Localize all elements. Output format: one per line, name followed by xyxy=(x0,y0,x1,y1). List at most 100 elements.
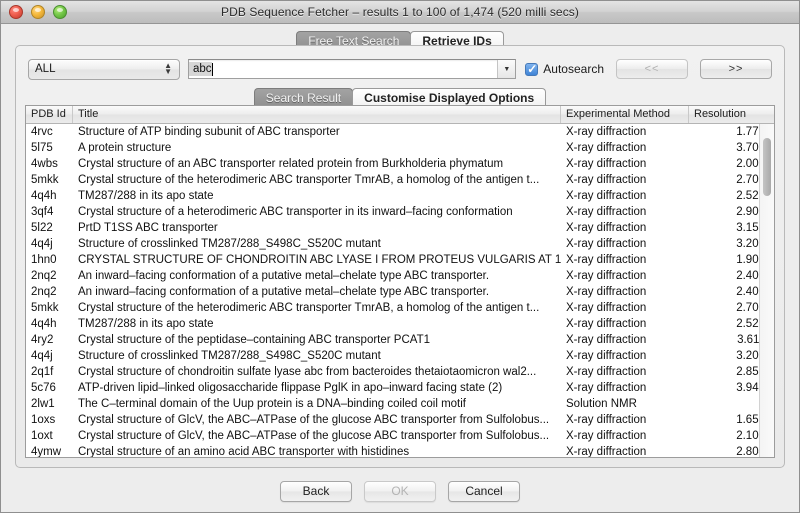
maximize-icon[interactable] xyxy=(53,5,67,19)
table-row[interactable]: 4q4h TM287/288 in its apo state X-ray diff… xyxy=(26,316,774,332)
table-row[interactable]: 1hn0 CRYSTAL STRUCTURE OF CHONDROITIN ABC… xyxy=(26,252,774,268)
table-cell: X-ray diffraction xyxy=(566,318,647,330)
table-cell: X-ray diffraction xyxy=(566,334,647,346)
dialog-footer: Back OK Cancel xyxy=(1,480,799,502)
table-row[interactable]: 3qf4 Crystal structure of a heterodimeric… xyxy=(26,204,774,220)
table-cell: TM287/288 in its apo state xyxy=(78,318,214,330)
scrollbar-thumb[interactable] xyxy=(763,138,771,196)
window-content: Free Text Search Retrieve IDs ALL ▲ ▼ abc… xyxy=(1,24,799,512)
table-cell: X-ray diffraction xyxy=(566,270,647,282)
chevron-down-icon[interactable]: ▼ xyxy=(497,60,516,78)
table-cell: 4ymw xyxy=(31,446,62,457)
table-cell: X-ray diffraction xyxy=(566,286,647,298)
table-cell: CRYSTAL STRUCTURE OF CHONDROITIN ABC LYA… xyxy=(78,254,561,266)
table-cell: X-ray diffraction xyxy=(566,382,647,394)
search-panel: ALL ▲▼ abc ▼ Autosearch << >> xyxy=(15,45,785,468)
table-header-row: PDB Id Title Experimental Method Resolut… xyxy=(26,106,774,124)
table-cell: 4q4j xyxy=(31,238,53,250)
column-header-pdb-id[interactable]: PDB Id xyxy=(26,106,73,123)
table-cell: 5l22 xyxy=(31,222,53,234)
table-cell: X-ray diffraction xyxy=(566,126,647,138)
ok-button[interactable]: OK xyxy=(364,480,436,502)
table-cell: Structure of crosslinked TM287/288_S498C… xyxy=(78,350,381,362)
table-cell: X-ray diffraction xyxy=(566,414,647,426)
window-titlebar: PDB Sequence Fetcher – results 1 to 100 … xyxy=(1,1,799,24)
autosearch-checkbox[interactable]: Autosearch xyxy=(525,62,604,76)
table-cell: 2nq2 xyxy=(31,270,57,282)
search-input[interactable]: abc ▼ xyxy=(188,59,517,79)
column-header-resolution[interactable]: Resolution xyxy=(689,106,774,123)
table-row[interactable]: 5mkk Crystal structure of the heterodimer… xyxy=(26,172,774,188)
table-cell: Crystal structure of chondroitin sulfate… xyxy=(78,366,537,378)
table-cell: 1oxt xyxy=(31,430,53,442)
chevron-updown-icon: ▲ ▼ xyxy=(164,61,172,76)
table-row[interactable]: 4q4j Structure of crosslinked TM287/288_S… xyxy=(26,348,774,364)
window-controls xyxy=(9,1,67,23)
table-row[interactable]: 5c76 ATP-driven lipid–linked oligosacchar… xyxy=(26,380,774,396)
table-cell: Crystal structure of an amino acid ABC t… xyxy=(78,446,410,457)
column-header-experimental-method[interactable]: Experimental Method xyxy=(561,106,689,123)
table-row[interactable]: 4q4j Structure of crosslinked TM287/288_S… xyxy=(26,236,774,252)
table-row[interactable]: 4wbs Crystal structure of an ABC transpor… xyxy=(26,156,774,172)
table-cell: X-ray diffraction xyxy=(566,302,647,314)
table-cell: A protein structure xyxy=(78,142,172,154)
table-row[interactable]: 5mkk Crystal structure of the heterodimer… xyxy=(26,300,774,316)
search-category-dropdown[interactable]: ALL ▲ ▼ xyxy=(28,58,180,80)
close-icon[interactable] xyxy=(9,5,23,19)
cancel-button[interactable]: Cancel xyxy=(448,480,520,502)
table-row[interactable]: 5l22 PrtD T1SS ABC transporter X-ray diffr… xyxy=(26,220,774,236)
inner-tabbar: Search Result Customise Displayed Option… xyxy=(16,87,784,107)
table-cell: 2lw1 xyxy=(31,398,55,410)
table-row[interactable]: 4rvc Structure of ATP binding subunit of … xyxy=(26,124,774,140)
table-vertical-scrollbar[interactable] xyxy=(759,124,774,457)
table-cell: 4ry2 xyxy=(31,334,54,346)
checkbox-icon[interactable] xyxy=(525,62,539,76)
table-row[interactable]: 2nq2 An inward–facing conformation of a p… xyxy=(26,284,774,300)
column-header-title[interactable]: Title xyxy=(73,106,561,123)
table-cell: Crystal structure of GlcV, the ABC–ATPas… xyxy=(78,414,550,426)
window-title: PDB Sequence Fetcher – results 1 to 100 … xyxy=(220,5,579,19)
table-cell: Crystal structure of a heterodimeric ABC… xyxy=(78,206,513,218)
table-cell: 5l75 xyxy=(31,142,53,154)
back-button[interactable]: Back xyxy=(280,480,352,502)
table-cell: 5mkk xyxy=(31,302,59,314)
previous-page-button[interactable]: << xyxy=(616,59,688,79)
table-cell: X-ray diffraction xyxy=(566,350,647,362)
table-cell: 1hn0 xyxy=(31,254,57,266)
table-cell: 4q4h xyxy=(31,190,57,202)
table-row[interactable]: 5l75 A protein structure X-ray diffraction… xyxy=(26,140,774,156)
table-row[interactable]: 2nq2 An inward–facing conformation of a p… xyxy=(26,268,774,284)
table-cell: X-ray diffraction xyxy=(566,446,647,457)
table-cell: Crystal structure of GlcV, the ABC–ATPas… xyxy=(78,430,550,442)
table-cell: An inward–facing conformation of a putat… xyxy=(78,286,490,298)
table-cell: Solution NMR xyxy=(566,398,637,410)
table-row[interactable]: 4ymw Crystal structure of an amino acid A… xyxy=(26,444,774,457)
table-cell: ATP-driven lipid–linked oligosaccharide … xyxy=(78,382,503,394)
table-cell: X-ray diffraction xyxy=(566,238,647,250)
table-cell: Crystal structure of an ABC transporter … xyxy=(78,158,504,170)
table-cell: An inward–facing conformation of a putat… xyxy=(78,270,490,282)
table-cell: The C–terminal domain of the Uup protein… xyxy=(78,398,467,410)
table-row[interactable]: 4q4h TM287/288 in its apo state X-ray diff… xyxy=(26,188,774,204)
table-row[interactable]: 4ry2 Crystal structure of the peptidase–c… xyxy=(26,332,774,348)
table-cell: X-ray diffraction xyxy=(566,222,647,234)
table-cell: TM287/288 in its apo state xyxy=(78,190,214,202)
table-cell: 4rvc xyxy=(31,126,53,138)
table-cell: 5mkk xyxy=(31,174,59,186)
next-page-button[interactable]: >> xyxy=(700,59,772,79)
table-cell: X-ray diffraction xyxy=(566,430,647,442)
table-row[interactable]: 1oxt Crystal structure of GlcV, the ABC–A… xyxy=(26,428,774,444)
pdb-sequence-fetcher-window: PDB Sequence Fetcher – results 1 to 100 … xyxy=(0,0,800,513)
table-cell: X-ray diffraction xyxy=(566,254,647,266)
minimize-icon[interactable] xyxy=(31,5,45,19)
autosearch-label: Autosearch xyxy=(543,62,604,76)
table-cell: 5c76 xyxy=(31,382,56,394)
table-cell: PrtD T1SS ABC transporter xyxy=(78,222,218,234)
table-row[interactable]: 1oxs Crystal structure of GlcV, the ABC–A… xyxy=(26,412,774,428)
results-table: PDB Id Title Experimental Method Resolut… xyxy=(25,105,775,458)
table-row[interactable]: 2lw1 The C–terminal domain of the Uup pro… xyxy=(26,396,774,412)
table-cell: Crystal structure of the peptidase–conta… xyxy=(78,334,430,346)
table-cell: 2q1f xyxy=(31,366,54,378)
table-row[interactable]: 2q1f Crystal structure of chondroitin sul… xyxy=(26,364,774,380)
table-cell: 4wbs xyxy=(31,158,58,170)
